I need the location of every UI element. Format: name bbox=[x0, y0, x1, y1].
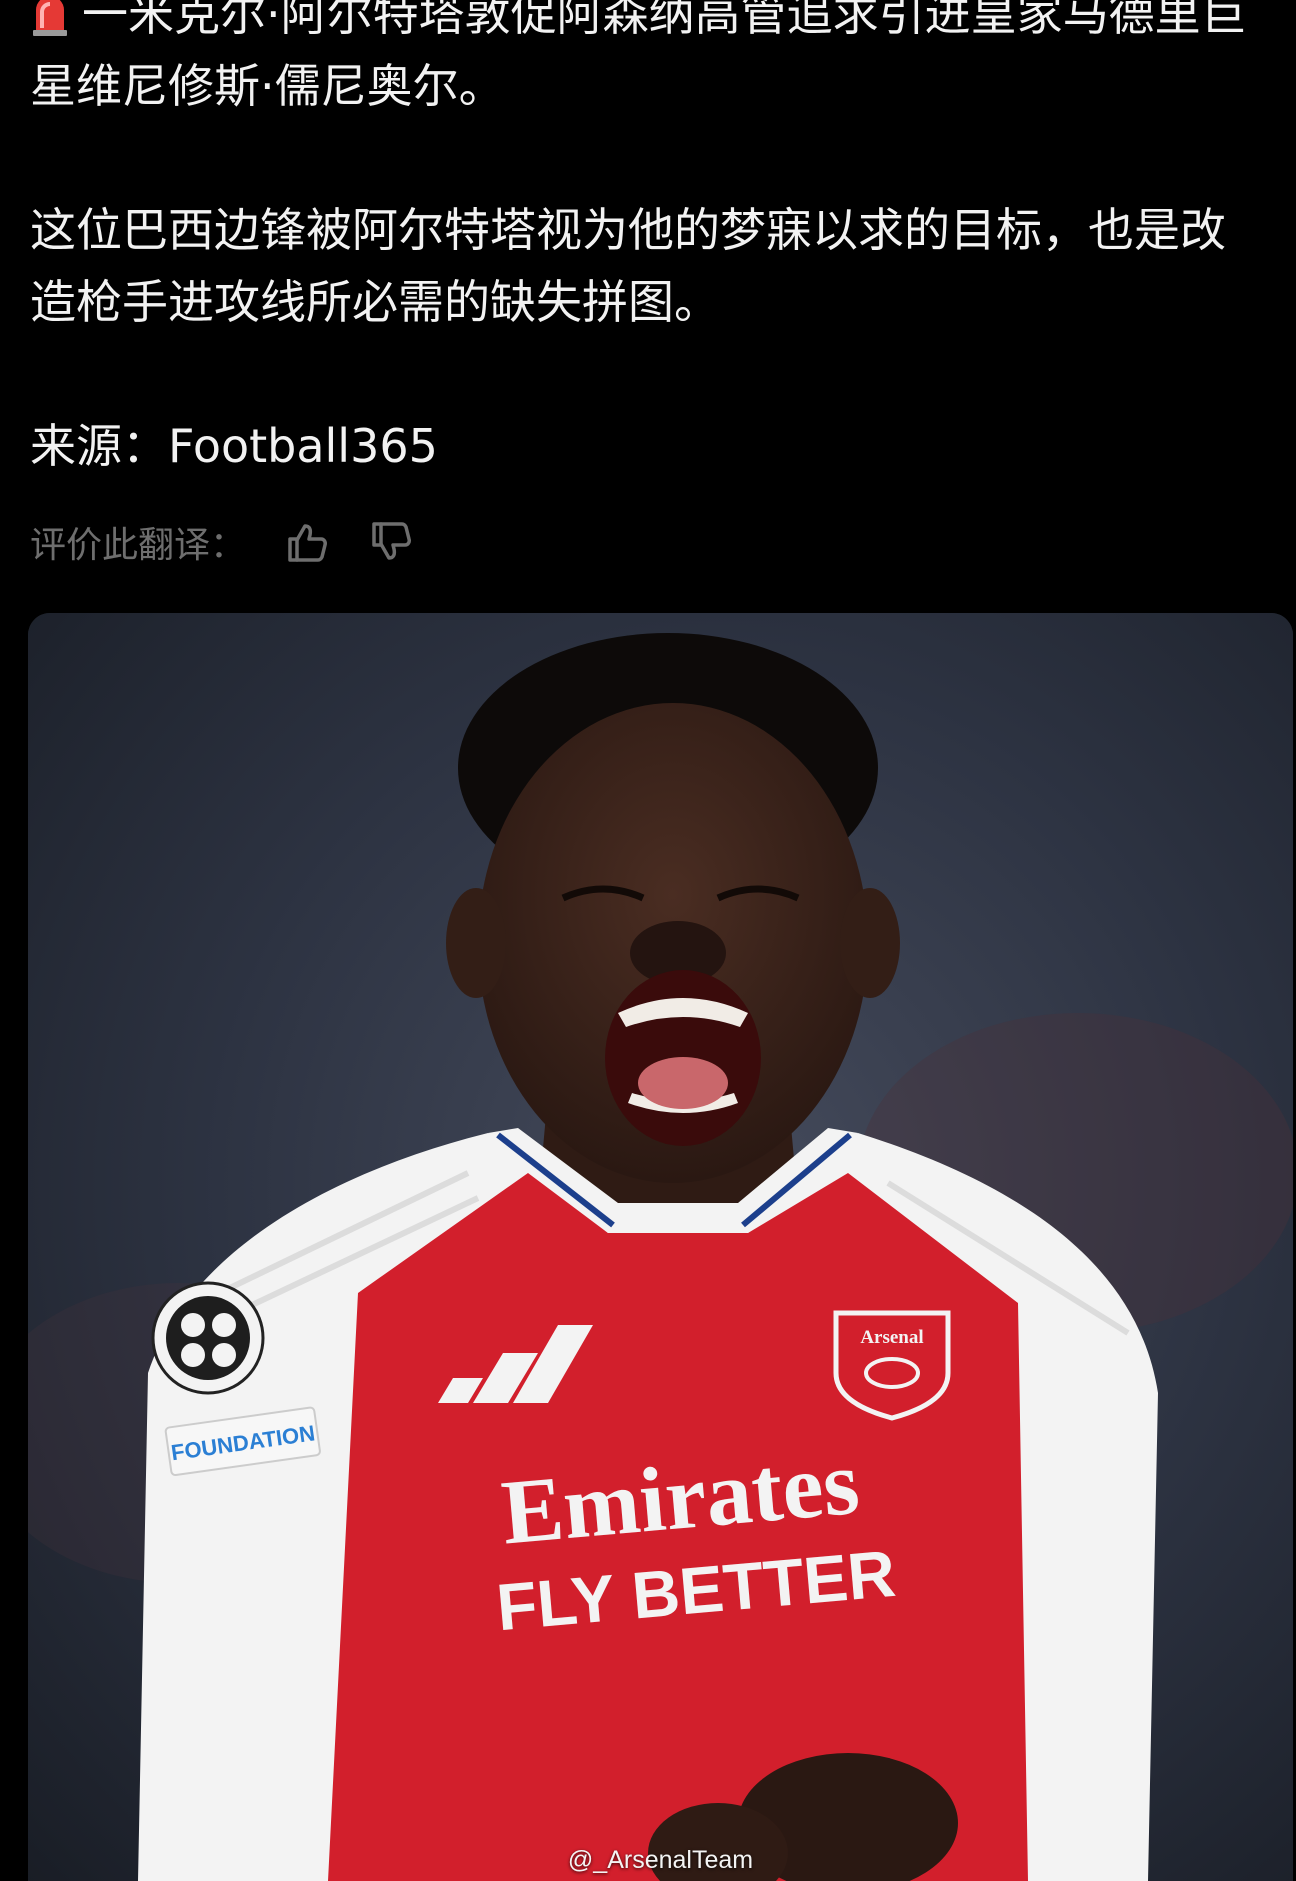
rate-translation-label: 评价此翻译： bbox=[30, 525, 247, 566]
club-badge: Arsenal bbox=[833, 1310, 951, 1421]
thumbs-up-icon bbox=[288, 524, 328, 562]
rate-translation-row: 评价此翻译： bbox=[30, 515, 418, 569]
post-paragraph-1-text: 一米克尔·阿尔特塔敦促阿森纳高管追求引进皇家马德里巨星维尼修斯·儒尼奥尔。 bbox=[30, 0, 1247, 113]
champions-league-patch bbox=[151, 1281, 265, 1395]
club-badge-text: Arsenal bbox=[860, 1327, 923, 1348]
post-image[interactable]: Arsenal Emirates FLY BETTER FOUNDATION @… bbox=[28, 613, 1293, 1881]
thumbs-down-icon bbox=[372, 522, 412, 560]
thumbs-up-button[interactable] bbox=[280, 515, 334, 569]
source-label: 来源： bbox=[30, 419, 168, 473]
tweet-view: 一米克尔·阿尔特塔敦促阿森纳高管追求引进皇家马德里巨星维尼修斯·儒尼奥尔。 这位… bbox=[0, 0, 1296, 1881]
post-source: 来源：Football365 bbox=[30, 410, 1266, 482]
source-value: Football365 bbox=[168, 419, 438, 473]
siren-icon bbox=[30, 0, 70, 36]
post-body: 一米克尔·阿尔特塔敦促阿森纳高管追求引进皇家马德里巨星维尼修斯·儒尼奥尔。 这位… bbox=[30, 0, 1266, 482]
post-paragraph-2: 这位巴西边锋被阿尔特塔视为他的梦寐以求的目标，也是改造枪手进攻线所必需的缺失拼图… bbox=[30, 203, 1226, 329]
post-paragraph-1: 一米克尔·阿尔特塔敦促阿森纳高管追求引进皇家马德里巨星维尼修斯·儒尼奥尔。 bbox=[30, 0, 1266, 122]
image-watermark: @_ArsenalTeam bbox=[567, 1846, 754, 1874]
thumbs-down-button[interactable] bbox=[364, 515, 418, 569]
